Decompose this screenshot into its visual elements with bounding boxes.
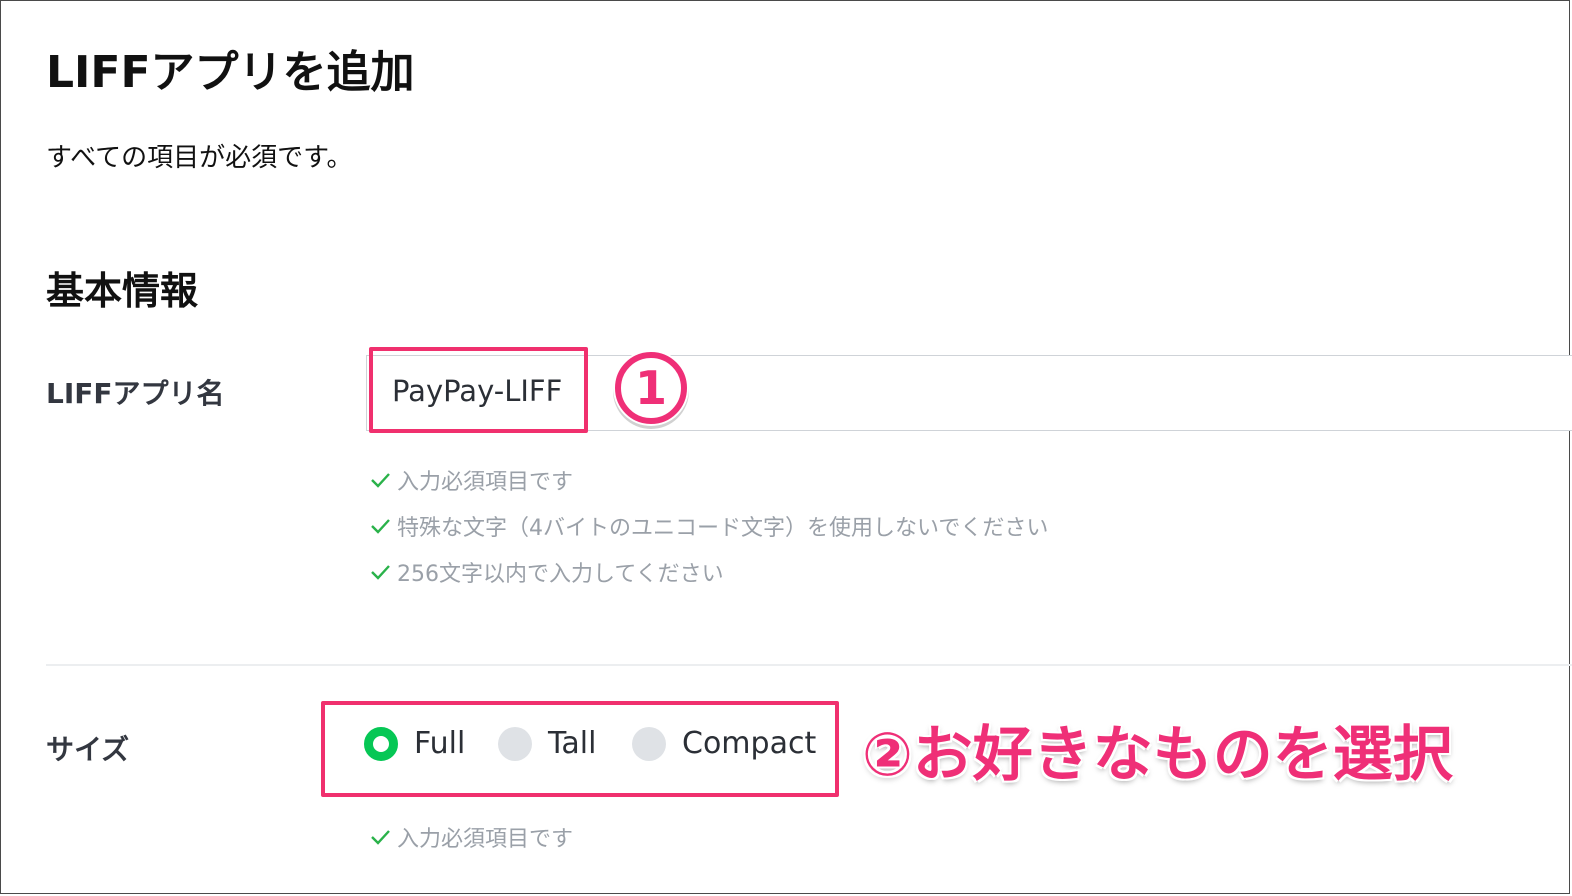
step-one-badge: 1 — [613, 350, 689, 429]
annotation-highlight-size — [321, 701, 839, 797]
hint-no-special-chars: 特殊な文字（4バイトのユニコード文字）を使用しないでください — [369, 510, 1048, 542]
check-icon — [371, 519, 390, 534]
step-two-annotation: ②お好きなものを選択 — [862, 720, 1453, 790]
hint-text: 特殊な文字（4バイトのユニコード文字）を使用しないでください — [397, 516, 1049, 541]
hint-text: 入力必須項目です — [397, 827, 574, 852]
section-title: 基本情報 — [46, 269, 199, 313]
page-title: LIFFアプリを追加 — [46, 47, 415, 98]
hint-size-required: 入力必須項目です — [369, 821, 573, 853]
page-description: すべての項目が必須です。 — [46, 143, 353, 173]
check-icon — [371, 830, 390, 845]
hint-text: 入力必須項目です — [397, 470, 574, 495]
annotation-highlight-name — [369, 347, 588, 433]
hint-max-length: 256文字以内で入力してください — [369, 556, 724, 588]
check-icon — [371, 473, 390, 488]
svg-text:1: 1 — [635, 361, 667, 415]
hint-text: 256文字以内で入力してください — [397, 562, 724, 587]
check-icon — [371, 565, 390, 580]
liff-name-label: LIFFアプリ名 — [46, 377, 225, 410]
section-divider — [46, 664, 1572, 666]
size-label: サイズ — [46, 733, 130, 766]
hint-required: 入力必須項目です — [369, 464, 573, 496]
